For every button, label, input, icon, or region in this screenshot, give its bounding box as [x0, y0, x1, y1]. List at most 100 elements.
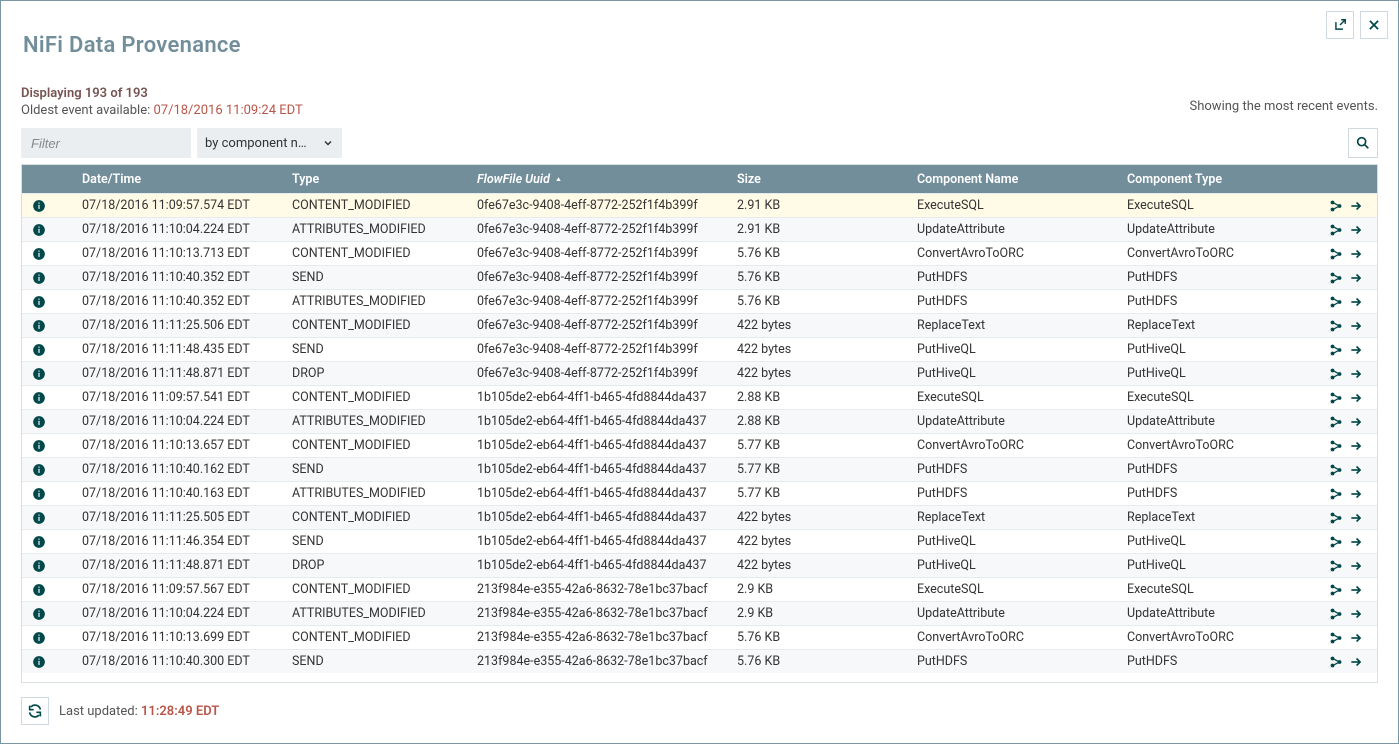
info-icon[interactable]: [22, 266, 72, 289]
goto-icon[interactable]: [1349, 487, 1363, 501]
table-row[interactable]: 07/18/2016 11:11:48.871 EDTDROP1b105de2-…: [22, 553, 1377, 577]
goto-icon[interactable]: [1349, 655, 1363, 669]
table-row[interactable]: 07/18/2016 11:09:57.541 EDTCONTENT_MODIF…: [22, 385, 1377, 409]
info-icon[interactable]: [22, 482, 72, 505]
lineage-icon[interactable]: [1329, 295, 1343, 309]
lineage-icon[interactable]: [1329, 583, 1343, 597]
lineage-icon[interactable]: [1329, 271, 1343, 285]
goto-icon[interactable]: [1349, 199, 1363, 213]
goto-icon[interactable]: [1349, 247, 1363, 261]
col-type[interactable]: Type: [282, 165, 467, 193]
col-uuid[interactable]: FlowFile Uuid: [467, 165, 727, 193]
goto-icon[interactable]: [1349, 559, 1363, 573]
refresh-button[interactable]: [21, 697, 49, 725]
info-icon[interactable]: [22, 218, 72, 241]
goto-icon[interactable]: [1349, 295, 1363, 309]
table-row[interactable]: 07/18/2016 11:11:48.871 EDTDROP0fe67e3c-…: [22, 361, 1377, 385]
table-row[interactable]: 07/18/2016 11:10:13.713 EDTCONTENT_MODIF…: [22, 241, 1377, 265]
cell-date: 07/18/2016 11:11:25.505 EDT: [72, 506, 282, 529]
col-component-type[interactable]: Component Type: [1117, 165, 1322, 193]
close-button[interactable]: [1360, 11, 1388, 39]
goto-icon[interactable]: [1349, 631, 1363, 645]
table-row[interactable]: 07/18/2016 11:11:25.505 EDTCONTENT_MODIF…: [22, 505, 1377, 529]
info-icon[interactable]: [22, 554, 72, 577]
table-row[interactable]: 07/18/2016 11:10:04.224 EDTATTRIBUTES_MO…: [22, 601, 1377, 625]
lineage-icon[interactable]: [1329, 367, 1343, 381]
table-row[interactable]: 07/18/2016 11:10:40.162 EDTSEND1b105de2-…: [22, 457, 1377, 481]
info-icon[interactable]: [22, 362, 72, 385]
lineage-icon[interactable]: [1329, 487, 1343, 501]
lineage-icon[interactable]: [1329, 319, 1343, 333]
lineage-icon[interactable]: [1329, 439, 1343, 453]
table-row[interactable]: 07/18/2016 11:11:25.506 EDTCONTENT_MODIF…: [22, 313, 1377, 337]
table-row[interactable]: 07/18/2016 11:10:04.224 EDTATTRIBUTES_MO…: [22, 217, 1377, 241]
info-icon[interactable]: [22, 578, 72, 601]
table-row[interactable]: 07/18/2016 11:09:57.574 EDTCONTENT_MODIF…: [22, 193, 1377, 217]
goto-icon[interactable]: [1349, 535, 1363, 549]
table-row[interactable]: 07/18/2016 11:10:40.352 EDTATTRIBUTES_MO…: [22, 289, 1377, 313]
info-icon[interactable]: [22, 314, 72, 337]
goto-icon[interactable]: [1349, 415, 1363, 429]
filter-type-select[interactable]: by component n…: [197, 128, 342, 158]
goto-icon[interactable]: [1349, 391, 1363, 405]
info-icon[interactable]: [22, 506, 72, 529]
goto-icon[interactable]: [1349, 367, 1363, 381]
goto-icon[interactable]: [1349, 583, 1363, 597]
lineage-icon[interactable]: [1329, 631, 1343, 645]
filter-input[interactable]: [21, 128, 191, 158]
info-icon[interactable]: [22, 242, 72, 265]
table-row[interactable]: 07/18/2016 11:09:57.567 EDTCONTENT_MODIF…: [22, 577, 1377, 601]
table-row[interactable]: 07/18/2016 11:10:40.352 EDTSEND0fe67e3c-…: [22, 265, 1377, 289]
info-icon[interactable]: [22, 386, 72, 409]
goto-icon[interactable]: [1349, 439, 1363, 453]
cell-component-name: PutHiveQL: [907, 530, 1117, 553]
table-row[interactable]: 07/18/2016 11:10:40.300 EDTSEND213f984e-…: [22, 649, 1377, 673]
goto-icon[interactable]: [1349, 319, 1363, 333]
table-row[interactable]: 07/18/2016 11:10:40.163 EDTATTRIBUTES_MO…: [22, 481, 1377, 505]
table-row[interactable]: 07/18/2016 11:11:46.354 EDTSEND1b105de2-…: [22, 529, 1377, 553]
goto-icon[interactable]: [1349, 511, 1363, 525]
info-icon[interactable]: [22, 434, 72, 457]
goto-icon[interactable]: [1349, 607, 1363, 621]
lineage-icon[interactable]: [1329, 655, 1343, 669]
lineage-icon[interactable]: [1329, 343, 1343, 357]
goto-icon[interactable]: [1349, 343, 1363, 357]
info-icon[interactable]: [22, 650, 72, 673]
info-icon[interactable]: [22, 410, 72, 433]
lineage-icon[interactable]: [1329, 511, 1343, 525]
lineage-icon[interactable]: [1329, 415, 1343, 429]
info-icon[interactable]: [22, 458, 72, 481]
lineage-icon[interactable]: [1329, 223, 1343, 237]
goto-icon[interactable]: [1349, 223, 1363, 237]
lineage-icon[interactable]: [1329, 535, 1343, 549]
goto-icon[interactable]: [1349, 463, 1363, 477]
search-button[interactable]: [1348, 128, 1378, 158]
popout-button[interactable]: [1326, 11, 1354, 39]
cell-size: 2.88 KB: [727, 386, 907, 409]
info-icon[interactable]: [22, 338, 72, 361]
col-date[interactable]: Date/Time: [72, 165, 282, 193]
table-row[interactable]: 07/18/2016 11:10:13.699 EDTCONTENT_MODIF…: [22, 625, 1377, 649]
info-icon[interactable]: [22, 626, 72, 649]
lineage-icon[interactable]: [1329, 199, 1343, 213]
lineage-icon[interactable]: [1329, 607, 1343, 621]
lineage-icon[interactable]: [1329, 559, 1343, 573]
oldest-event-prefix: Oldest event available:: [21, 103, 153, 118]
col-component-name[interactable]: Component Name: [907, 165, 1117, 193]
cell-component-type: ExecuteSQL: [1117, 194, 1322, 217]
table-body[interactable]: 07/18/2016 11:09:57.574 EDTCONTENT_MODIF…: [22, 193, 1377, 682]
table-row[interactable]: 07/18/2016 11:10:13.657 EDTCONTENT_MODIF…: [22, 433, 1377, 457]
table-row[interactable]: 07/18/2016 11:10:04.224 EDTATTRIBUTES_MO…: [22, 409, 1377, 433]
info-icon[interactable]: [22, 194, 72, 217]
lineage-icon[interactable]: [1329, 391, 1343, 405]
lineage-icon[interactable]: [1329, 247, 1343, 261]
cell-type: ATTRIBUTES_MODIFIED: [282, 482, 467, 505]
goto-icon[interactable]: [1349, 271, 1363, 285]
info-icon[interactable]: [22, 602, 72, 625]
col-size[interactable]: Size: [727, 165, 907, 193]
info-icon[interactable]: [22, 530, 72, 553]
lineage-icon[interactable]: [1329, 463, 1343, 477]
info-icon[interactable]: [22, 290, 72, 313]
table-row[interactable]: 07/18/2016 11:11:48.435 EDTSEND0fe67e3c-…: [22, 337, 1377, 361]
cell-size: 5.76 KB: [727, 626, 907, 649]
